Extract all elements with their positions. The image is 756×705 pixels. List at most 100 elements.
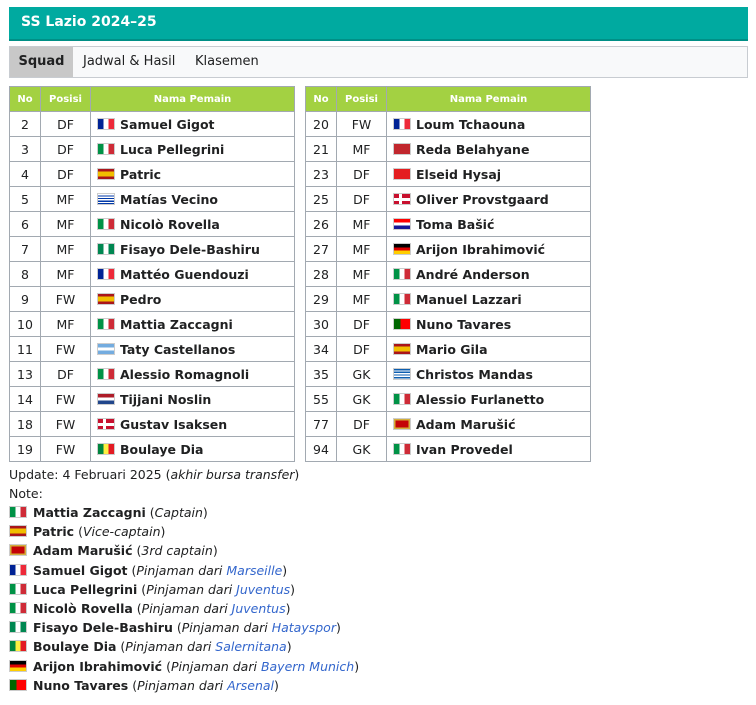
player-number: 35 bbox=[305, 361, 337, 387]
player-name-cell: Loum Tchaouna bbox=[386, 111, 591, 137]
player-number: 10 bbox=[9, 311, 41, 337]
flag-sn-icon bbox=[97, 442, 115, 455]
player-number: 5 bbox=[9, 186, 41, 212]
table-row: 28 MF André Anderson bbox=[305, 261, 591, 287]
player-position: DF bbox=[40, 136, 91, 162]
flag-ng-icon bbox=[9, 621, 27, 634]
note-player-name: Nuno Tavares bbox=[33, 677, 129, 693]
note-role: Pinjaman dari bbox=[136, 562, 227, 578]
note-role: Vice-captain bbox=[82, 524, 161, 540]
player-number: 23 bbox=[305, 161, 337, 187]
player-name: Luca Pellegrini bbox=[120, 141, 225, 157]
player-name-cell: Mattia Zaccagni bbox=[90, 311, 295, 337]
header-no: No bbox=[305, 86, 337, 112]
player-position: FW bbox=[40, 286, 91, 312]
squad-table-right: No Posisi Nama Pemain 20 FW Loum Tchaouna 2… bbox=[305, 86, 591, 462]
player-name-cell: Gustav Isaksen bbox=[90, 411, 295, 437]
note-club-link[interactable]: Salernitana bbox=[215, 639, 286, 654]
note-role: Pinjaman dari bbox=[137, 677, 228, 693]
player-name-cell: Adam Marušić bbox=[386, 411, 591, 437]
table-row: 94 GK Ivan Provedel bbox=[305, 436, 591, 462]
table-row: 30 DF Nuno Tavares bbox=[305, 311, 591, 337]
player-position: DF bbox=[336, 336, 387, 362]
player-position: MF bbox=[40, 211, 91, 237]
table-row: 55 GK Alessio Furlanetto bbox=[305, 386, 591, 412]
player-number: 27 bbox=[305, 236, 337, 262]
note-role: Pinjaman dari bbox=[146, 581, 237, 597]
note-club-link[interactable]: Arsenal bbox=[227, 678, 274, 693]
flag-ar-icon bbox=[97, 342, 115, 355]
player-position: GK bbox=[336, 361, 387, 387]
player-name-cell: Alessio Furlanetto bbox=[386, 386, 591, 412]
flag-dk-icon bbox=[393, 192, 411, 205]
flag-hr-icon bbox=[393, 217, 411, 230]
note-club-link[interactable]: Bayern Munich bbox=[261, 659, 354, 674]
player-number: 29 bbox=[305, 286, 337, 312]
note-player-name: Fisayo Dele-Bashiru bbox=[33, 620, 173, 636]
flag-it-icon bbox=[97, 317, 115, 330]
player-number: 21 bbox=[305, 136, 337, 162]
note-club-link[interactable]: Juventus bbox=[232, 601, 286, 616]
player-name: Gustav Isaksen bbox=[120, 416, 228, 432]
note-player-name: Samuel Gigot bbox=[33, 562, 128, 578]
player-position: DF bbox=[336, 411, 387, 437]
player-position: MF bbox=[40, 311, 91, 337]
player-name: Mattia Zaccagni bbox=[120, 316, 233, 332]
note-club-link[interactable]: Hatayspor bbox=[272, 620, 336, 635]
tab-squad[interactable]: Squad bbox=[10, 47, 73, 77]
notes-list: Mattia Zaccagni (Captain) Patric (Vice-ca… bbox=[9, 503, 359, 695]
player-name: Samuel Gigot bbox=[120, 116, 215, 132]
player-number: 26 bbox=[305, 211, 337, 237]
player-name: André Anderson bbox=[416, 266, 530, 282]
update-text: Update: 4 Februari 2025 ( bbox=[9, 467, 171, 482]
player-name-cell: Fisayo Dele-Bashiru bbox=[90, 236, 295, 262]
player-position: FW bbox=[40, 411, 91, 437]
player-name-cell: Elseid Hysaj bbox=[386, 161, 591, 187]
note-item: Mattia Zaccagni (Captain) bbox=[9, 503, 359, 522]
note-club-link[interactable]: Marseille bbox=[226, 563, 282, 578]
note-club-link[interactable]: Juventus bbox=[236, 582, 290, 597]
flag-fr-icon bbox=[97, 117, 115, 130]
table-row: 18 FW Gustav Isaksen bbox=[9, 411, 295, 437]
player-name: Patric bbox=[120, 166, 162, 182]
player-number: 77 bbox=[305, 411, 337, 437]
player-number: 2 bbox=[9, 111, 41, 137]
flag-sn-icon bbox=[9, 640, 27, 653]
note-role: Pinjaman dari bbox=[170, 658, 261, 674]
player-name: Nicolò Rovella bbox=[120, 216, 220, 232]
player-position: MF bbox=[336, 261, 387, 287]
table-row: 5 MF Matías Vecino bbox=[9, 186, 295, 212]
note-item: Samuel Gigot (Pinjaman dari Marseille) bbox=[9, 561, 359, 580]
player-name-cell: Mattéo Guendouzi bbox=[90, 261, 295, 287]
player-name-cell: André Anderson bbox=[386, 261, 591, 287]
flag-uy-icon bbox=[97, 192, 115, 205]
player-name-cell: Samuel Gigot bbox=[90, 111, 295, 137]
note-item: Nicolò Rovella (Pinjaman dari Juventus) bbox=[9, 599, 359, 618]
tab-klasemen[interactable]: Klasemen bbox=[195, 47, 259, 77]
player-number: 14 bbox=[9, 386, 41, 412]
player-name-cell: Taty Castellanos bbox=[90, 336, 295, 362]
flag-es-icon bbox=[97, 292, 115, 305]
player-position: MF bbox=[336, 211, 387, 237]
player-name: Oliver Provstgaard bbox=[416, 191, 549, 207]
player-number: 18 bbox=[9, 411, 41, 437]
player-name: Elseid Hysaj bbox=[416, 166, 502, 182]
player-number: 8 bbox=[9, 261, 41, 287]
flag-es-icon bbox=[393, 342, 411, 355]
flag-me-icon bbox=[393, 417, 411, 430]
player-position: MF bbox=[40, 261, 91, 287]
player-name: Reda Belahyane bbox=[416, 141, 530, 157]
flag-it-icon bbox=[393, 267, 411, 280]
note-player-name: Nicolò Rovella bbox=[33, 600, 133, 616]
player-name: Toma Bašić bbox=[416, 216, 495, 232]
player-number: 19 bbox=[9, 436, 41, 462]
tab-jadwal-hasil[interactable]: Jadwal & Hasil bbox=[83, 47, 175, 77]
player-position: MF bbox=[336, 136, 387, 162]
player-name: Tijjani Noslin bbox=[120, 391, 212, 407]
header-posisi: Posisi bbox=[336, 86, 387, 112]
player-name-cell: Toma Bašić bbox=[386, 211, 591, 237]
table-row: 6 MF Nicolò Rovella bbox=[9, 211, 295, 237]
player-name-cell: Arijon Ibrahimović bbox=[386, 236, 591, 262]
player-name-cell: Matías Vecino bbox=[90, 186, 295, 212]
player-position: FW bbox=[336, 111, 387, 137]
